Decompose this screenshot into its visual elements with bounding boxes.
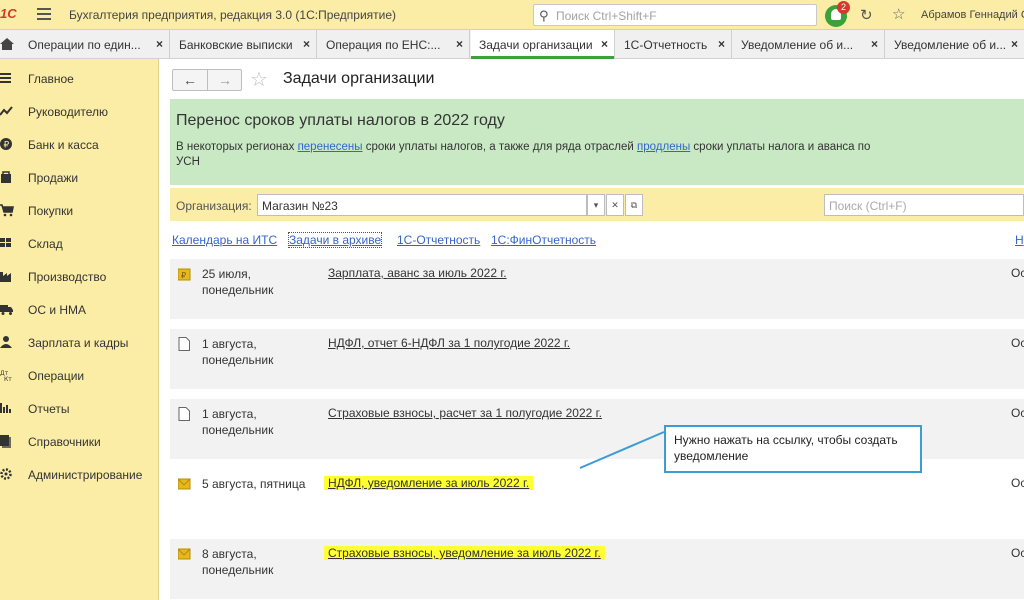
app-logo: 1С [0, 6, 17, 21]
close-icon[interactable]: × [871, 37, 878, 51]
chart-line-icon [0, 106, 13, 116]
open-windows-tabbar: Операции по един... × Банковские выписки ×… [0, 30, 1024, 59]
close-icon[interactable]: × [303, 37, 310, 51]
envelope-icon [178, 548, 191, 560]
search-placeholder: Поиск Ctrl+Shift+F [556, 9, 657, 23]
notification-count-badge: 2 [837, 1, 850, 14]
org-select-field[interactable]: Магазин №23 [257, 194, 587, 216]
close-icon[interactable]: × [718, 37, 725, 51]
tab-1c-reporting[interactable]: 1С-Отчетность × [616, 30, 732, 59]
sidebar-item-directories[interactable]: Справочники [0, 425, 159, 455]
search-icon: ⚲ [539, 8, 549, 23]
task-link-highlighted[interactable]: НДФЛ, уведомление за июль 2022 г. [324, 476, 534, 490]
favorites-star-icon[interactable]: ☆ [892, 5, 905, 23]
task-link[interactable]: НДФЛ, отчет 6-НДФЛ за 1 полугодие 2022 г… [328, 336, 570, 350]
organization-filter-bar: Организация: Магазин №23 ▾ ✕ ⧉ Поиск (Ct… [170, 188, 1024, 221]
notifications-bell-icon[interactable]: 2 [825, 1, 850, 27]
app-title: Бухгалтерия предприятия, редакция 3.0 (1… [69, 8, 397, 22]
link-postponed[interactable]: перенесены [298, 141, 363, 153]
task-link[interactable]: Зарплата, аванс за июль 2022 г. [328, 266, 507, 280]
svg-text:₽: ₽ [181, 271, 186, 280]
user-name[interactable]: Абрамов Геннадий С [921, 9, 1024, 21]
link-its-calendar[interactable]: Календарь на ИТС [172, 233, 277, 247]
sidebar-item-sales[interactable]: Продажи [0, 161, 159, 191]
person-icon [0, 336, 12, 348]
close-icon[interactable]: × [456, 37, 463, 51]
dropdown-arrow-icon[interactable]: ▾ [587, 194, 605, 216]
tax-deadline-banner: Перенос сроков уплаты налогов в 2022 год… [170, 99, 1024, 185]
cart-icon [0, 204, 14, 217]
main-content: ← → ☆ Задачи организации Перенос сроков … [160, 59, 1024, 600]
tab-org-tasks[interactable]: Задачи организации × [471, 30, 615, 59]
history-icon[interactable]: ↻ [860, 6, 873, 24]
task-row: 8 августа, понедельник Страховые взносы, … [170, 539, 1024, 599]
coin-icon: ₽ [0, 138, 12, 151]
sidebar-item-production[interactable]: Производство [0, 260, 159, 290]
org-label: Организация: [176, 199, 252, 213]
banner-title: Перенос сроков уплаты налогов в 2022 год… [176, 112, 505, 129]
open-form-icon[interactable]: ⧉ [625, 194, 643, 216]
sidebar-item-fixed-assets[interactable]: ОС и НМА [0, 293, 159, 323]
quick-links: Календарь на ИТС Задачи в архиве 1С-Отче… [172, 232, 1024, 251]
sidebar-item-admin[interactable]: Администрирование [0, 458, 159, 488]
link-1c-fin-reporting[interactable]: 1С:ФинОтчетность [491, 233, 596, 247]
gear-icon [0, 468, 12, 480]
document-icon [178, 407, 190, 421]
truck-icon [0, 305, 13, 315]
tab-notification-1[interactable]: Уведомление об и... × [733, 30, 885, 59]
sidebar-item-purchases[interactable]: Покупки [0, 194, 159, 224]
link-cut-off[interactable]: Н [1015, 233, 1024, 247]
warehouse-icon [0, 238, 11, 247]
global-search-input[interactable]: ⚲ Поиск Ctrl+Shift+F [533, 4, 817, 26]
sidebar-item-main[interactable]: Главное [0, 62, 159, 92]
link-1c-reporting[interactable]: 1С-Отчетность [397, 233, 480, 247]
close-icon[interactable]: × [1011, 37, 1018, 51]
task-row: 1 августа, понедельник НДФЛ, отчет 6-НДФЛ… [170, 329, 1024, 389]
bar-chart-icon [0, 403, 11, 413]
task-row: ₽ 25 июля, понедельник Зарплата, аванс за… [170, 259, 1024, 319]
annotation-callout: Нужно нажать на ссылку, чтобы создать уве… [664, 425, 922, 473]
task-link[interactable]: Страховые взносы, расчет за 1 полугодие … [328, 406, 602, 420]
envelope-icon [178, 478, 191, 490]
factory-icon [0, 272, 11, 282]
book-icon [0, 435, 11, 448]
sidebar-item-warehouse[interactable]: Склад [0, 227, 159, 257]
document-icon [178, 337, 190, 351]
svg-text:₽: ₽ [4, 141, 10, 151]
main-menu-icon[interactable] [37, 8, 51, 21]
add-favorite-star-icon[interactable]: ☆ [250, 67, 268, 92]
sidebar-item-bank[interactable]: ₽ Банк и касса [0, 128, 159, 158]
payment-icon: ₽ [178, 268, 191, 281]
link-archived-tasks[interactable]: Задачи в архиве [287, 232, 383, 248]
link-extended[interactable]: продлены [637, 141, 690, 153]
menu-icon [0, 73, 11, 83]
task-link-highlighted[interactable]: Страховые взносы, уведомление за июль 20… [324, 546, 605, 560]
operations-icon: ДтКт [0, 370, 12, 382]
tab-bank-statements[interactable]: Банковские выписки × [171, 30, 317, 59]
tab-notification-2[interactable]: Уведомление об и... × [886, 30, 1024, 59]
close-icon[interactable]: × [156, 37, 163, 51]
banner-text: В некоторых регионах перенесены сроки уп… [176, 141, 871, 168]
sidebar-item-salary[interactable]: Зарплата и кадры [0, 326, 159, 356]
sidebar-item-manager[interactable]: Руководителю [0, 95, 159, 125]
task-row: 5 августа, пятница НДФЛ, уведомление за … [170, 469, 1024, 529]
sidebar-item-reports[interactable]: Отчеты [0, 392, 159, 422]
close-icon[interactable]: × [601, 37, 608, 51]
forward-arrow-icon[interactable]: → [208, 70, 242, 90]
task-search-input[interactable]: Поиск (Ctrl+F) [824, 194, 1024, 216]
sidebar-item-operations[interactable]: Дт Кт Операции [0, 359, 159, 389]
clear-icon[interactable]: ✕ [606, 194, 624, 216]
home-icon[interactable] [0, 37, 14, 51]
navigation-buttons: ← → [172, 69, 242, 91]
sections-sidebar: Главное Руководителю ₽ Банк и касса Прод… [0, 59, 159, 600]
svg-text:Кт: Кт [4, 376, 12, 382]
title-bar: 1С Бухгалтерия предприятия, редакция 3.0… [0, 0, 1024, 30]
bag-icon [1, 171, 11, 183]
tab-operations-ens[interactable]: Операции по един... × [20, 30, 170, 59]
page-title: Задачи организации [283, 70, 435, 87]
back-arrow-icon[interactable]: ← [173, 70, 207, 90]
tab-operation-ens[interactable]: Операция по ЕНС:... × [318, 30, 470, 59]
